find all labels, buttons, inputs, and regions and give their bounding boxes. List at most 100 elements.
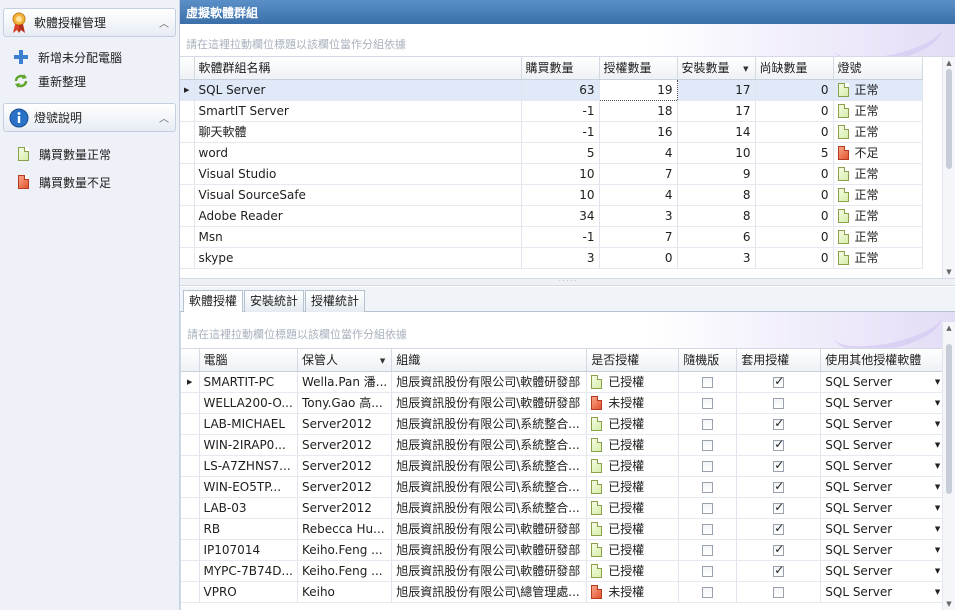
scroll-up-icon[interactable]: ▲ xyxy=(943,324,955,332)
cell-organization[interactable]: 旭辰資訊股份有限公司\軟體研發部 xyxy=(391,518,588,540)
cell-install-qty[interactable]: 8 xyxy=(677,184,756,206)
other-license-dropdown[interactable]: SQL Server ▼ xyxy=(825,438,942,452)
cell-computer[interactable]: RB xyxy=(199,518,298,540)
table-row[interactable]: Msn -1 7 6 0 正常 xyxy=(180,226,923,248)
oem-checkbox[interactable] xyxy=(702,418,714,430)
cell-shortage-qty[interactable]: 0 xyxy=(755,121,834,143)
cell-organization[interactable]: 旭辰資訊股份有限公司\軟體研發部 xyxy=(391,392,588,414)
cell-other-license-software[interactable]: SQL Server ▼ xyxy=(820,518,948,540)
cell-group-name[interactable]: word xyxy=(194,142,522,164)
cell-group-name[interactable]: Visual Studio xyxy=(194,163,522,185)
other-license-dropdown[interactable]: SQL Server ▼ xyxy=(825,522,942,536)
other-license-dropdown[interactable]: SQL Server ▼ xyxy=(825,480,942,494)
cell-light[interactable]: 正常 xyxy=(833,100,923,122)
dropdown-arrow-icon[interactable]: ▼ xyxy=(935,483,940,491)
license-management-panel-header[interactable]: 軟體授權管理 ︿ xyxy=(3,8,176,37)
cell-purchase-qty[interactable]: -1 xyxy=(521,121,600,143)
cell-custodian[interactable]: Rebecca Hu... xyxy=(297,518,393,540)
cell-license-qty[interactable]: 0 xyxy=(599,247,678,269)
scroll-thumb[interactable] xyxy=(946,69,952,169)
group-by-panel-bottom[interactable]: 請在這裡拉動欄位標題以該欄位當作分組依據 xyxy=(181,312,955,349)
cell-shortage-qty[interactable]: 0 xyxy=(755,163,834,185)
table-row[interactable]: LS-A7ZHNS7... Server2012 旭辰資訊股份有限公司\系統整合..… xyxy=(181,455,948,477)
other-license-dropdown[interactable]: SQL Server ▼ xyxy=(825,417,942,431)
cell-is-licensed[interactable]: 已授權 xyxy=(586,560,680,582)
cell-organization[interactable]: 旭辰資訊股份有限公司\系統整合... xyxy=(391,434,588,456)
cell-purchase-qty[interactable]: 3 xyxy=(521,247,600,269)
cell-is-licensed[interactable]: 已授權 xyxy=(586,455,680,477)
column-header-other-license-software[interactable]: 使用其他授權軟體 xyxy=(820,349,948,372)
cell-light[interactable]: 正常 xyxy=(833,163,923,185)
cell-organization[interactable]: 旭辰資訊股份有限公司\系統整合... xyxy=(391,413,588,435)
other-license-dropdown[interactable]: SQL Server ▼ xyxy=(825,543,942,557)
table-row[interactable]: WELLA200-O... Tony.Gao 高... 旭辰資訊股份有限公司\軟體研… xyxy=(181,392,948,414)
cell-install-qty[interactable]: 8 xyxy=(677,205,756,227)
column-header-organization[interactable]: 組織 xyxy=(391,349,588,372)
cell-custodian[interactable]: Server2012 xyxy=(297,497,393,519)
cell-install-qty[interactable]: 9 xyxy=(677,163,756,185)
cell-license-qty[interactable]: 16 xyxy=(599,121,678,143)
cell-custodian[interactable]: Keiho xyxy=(297,581,393,603)
column-header-apply-license[interactable]: 套用授權 xyxy=(736,349,822,372)
cell-install-qty[interactable]: 3 xyxy=(677,247,756,269)
other-license-dropdown[interactable]: SQL Server ▼ xyxy=(825,585,942,599)
table-row[interactable]: SmartIT Server -1 18 17 0 正常 xyxy=(180,100,923,122)
cell-other-license-software[interactable]: SQL Server ▼ xyxy=(820,476,948,498)
oem-checkbox[interactable] xyxy=(702,586,714,598)
table-row[interactable]: word 5 4 10 5 不足 xyxy=(180,142,923,164)
cell-computer[interactable]: WIN-EO5TP... xyxy=(199,476,298,498)
cell-purchase-qty[interactable]: 10 xyxy=(521,184,600,206)
table-row[interactable]: RBRebecca Hu...旭辰資訊股份有限公司\軟體研發部 已授權 SQL Se… xyxy=(181,518,948,540)
cell-custodian[interactable]: Keiho.Feng ... xyxy=(297,560,393,582)
cell-computer[interactable]: SMARTIT-PC xyxy=(199,371,298,393)
cell-custodian[interactable]: Server2012 xyxy=(297,413,393,435)
apply-license-checkbox[interactable] xyxy=(773,521,784,535)
cell-shortage-qty[interactable]: 0 xyxy=(755,79,834,101)
cell-is-licensed[interactable]: 未授權 xyxy=(586,392,680,414)
cell-license-qty[interactable]: 19 xyxy=(598,78,678,101)
cell-computer[interactable]: VPRO xyxy=(199,581,298,603)
cell-install-qty[interactable]: 17 xyxy=(677,79,756,101)
apply-license-checkbox[interactable] xyxy=(773,563,784,577)
collapse-chevron-icon[interactable]: ︿ xyxy=(153,15,175,30)
oem-checkbox[interactable] xyxy=(702,439,714,451)
cell-is-licensed[interactable]: 已授權 xyxy=(586,497,680,519)
other-license-dropdown[interactable]: SQL Server ▼ xyxy=(825,564,942,578)
column-header-oem[interactable]: 隨機版 xyxy=(678,349,738,372)
cell-computer[interactable]: LAB-03 xyxy=(199,497,298,519)
cell-other-license-software[interactable]: SQL Server ▼ xyxy=(820,581,948,603)
apply-license-checkbox[interactable] xyxy=(773,437,784,451)
other-license-dropdown[interactable]: SQL Server ▼ xyxy=(825,501,942,515)
table-row[interactable]: skype 3 0 3 0 正常 xyxy=(180,247,923,269)
apply-license-checkbox[interactable] xyxy=(773,542,784,556)
cell-light[interactable]: 正常 xyxy=(833,121,923,143)
cell-organization[interactable]: 旭辰資訊股份有限公司\軟體研發部 xyxy=(391,539,588,561)
dropdown-arrow-icon[interactable]: ▼ xyxy=(935,567,940,575)
cell-custodian[interactable]: Server2012 xyxy=(297,434,393,456)
apply-license-checkbox[interactable] xyxy=(773,416,784,430)
cell-custodian[interactable]: Server2012 xyxy=(297,455,393,477)
other-license-dropdown[interactable]: SQL Server ▼ xyxy=(825,375,942,389)
column-header-purchase-qty[interactable]: 購買數量 xyxy=(521,57,600,80)
cell-organization[interactable]: 旭辰資訊股份有限公司\系統整合... xyxy=(391,497,588,519)
collapse-chevron-icon[interactable]: ︿ xyxy=(153,110,175,125)
cell-is-licensed[interactable]: 已授權 xyxy=(586,476,680,498)
cell-light[interactable]: 正常 xyxy=(833,205,923,227)
dropdown-arrow-icon[interactable]: ▼ xyxy=(935,525,940,533)
cell-organization[interactable]: 旭辰資訊股份有限公司\軟體研發部 xyxy=(391,371,588,393)
cell-purchase-qty[interactable]: 10 xyxy=(521,163,600,185)
cell-group-name[interactable]: SmartIT Server xyxy=(194,100,522,122)
table-row[interactable]: MYPC-7B74D... Keiho.Feng ... 旭辰資訊股份有限公司\軟體… xyxy=(181,560,948,582)
table-row[interactable]: ▶ SMARTIT-PC Wella.Pan 潘... 旭辰資訊股份有限公司\軟體研發… xyxy=(181,371,948,393)
table-row[interactable]: Visual Studio 10 7 9 0 正常 xyxy=(180,163,923,185)
cell-license-qty[interactable]: 18 xyxy=(599,100,678,122)
cell-group-name[interactable]: SQL Server xyxy=(194,79,522,101)
column-header-license-qty[interactable]: 授權數量 xyxy=(599,57,678,80)
column-header-is-licensed[interactable]: 是否授權 xyxy=(586,349,680,372)
cell-license-qty[interactable]: 3 xyxy=(599,205,678,227)
cell-computer[interactable]: WIN-2IRAP0... xyxy=(199,434,298,456)
cell-custodian[interactable]: Keiho.Feng ... xyxy=(297,539,393,561)
cell-other-license-software[interactable]: SQL Server ▼ xyxy=(820,539,948,561)
refresh-button[interactable]: 重新整理 xyxy=(0,69,179,93)
cell-other-license-software[interactable]: SQL Server ▼ xyxy=(820,371,948,393)
